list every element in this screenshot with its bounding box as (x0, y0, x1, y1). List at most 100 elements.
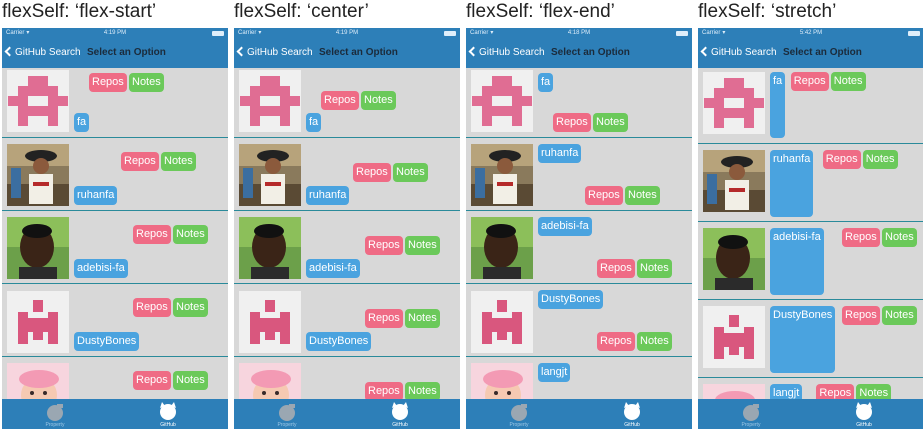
user-login-tag[interactable]: fa (538, 73, 554, 92)
list-item[interactable]: langjt ReposNotes (698, 379, 923, 399)
notes-button[interactable]: Notes (405, 309, 440, 328)
repos-button[interactable]: Repos (365, 382, 403, 399)
repos-button[interactable]: Repos (597, 259, 635, 278)
repos-button[interactable]: Repos (790, 72, 829, 91)
back-button[interactable]: GitHub Search (236, 39, 313, 68)
avatar (703, 72, 765, 134)
notes-button[interactable]: Notes (637, 332, 672, 351)
user-login-tag[interactable]: DustyBones (538, 290, 604, 309)
list-item[interactable]: langjtReposNotes (466, 358, 692, 399)
user-login-tag[interactable]: DustyBones (74, 332, 140, 351)
notes-button[interactable]: Notes (393, 163, 428, 182)
list-item[interactable]: ruhanfa Repos Notes (466, 139, 692, 211)
repos-button[interactable]: Repos (553, 113, 591, 132)
notes-button[interactable]: Notes (361, 91, 396, 110)
list-item[interactable]: fa Repos Notes (2, 68, 228, 138)
list-item[interactable]: ruhanfa Repos Notes (698, 145, 923, 222)
list-item[interactable]: fa Repos Notes (698, 68, 923, 144)
repos-button[interactable]: Repos (365, 236, 403, 255)
panel-heading: flexSelf: ‘flex-end’ (466, 1, 615, 22)
user-login-tag[interactable]: ruhanfa (74, 186, 118, 205)
tab-property[interactable]: Property (25, 399, 85, 429)
notes-button[interactable]: Notes (882, 306, 917, 325)
user-login-tag[interactable]: langjt (538, 363, 571, 382)
list-item[interactable]: adebisi-fa Repos Notes (698, 223, 923, 300)
user-login-tag[interactable]: adebisi-fa (306, 259, 360, 278)
notes-button[interactable]: Notes (161, 152, 196, 171)
tab-github[interactable]: GitHub (602, 399, 662, 429)
battery-icon (212, 31, 224, 36)
notes-button[interactable]: Notes (173, 298, 208, 317)
user-login-tag[interactable]: adebisi-fa (74, 259, 128, 278)
notes-button[interactable]: Notes (830, 72, 866, 91)
notes-button[interactable]: Notes (593, 113, 628, 132)
repos-button[interactable]: Repos (89, 73, 127, 92)
repos-button[interactable]: Repos (816, 384, 855, 399)
list-item[interactable]: adebisi-fa Repos Notes (234, 212, 460, 284)
repos-button[interactable]: Repos (133, 298, 171, 317)
user-login-tag[interactable]: ruhanfa (770, 150, 814, 217)
repos-button[interactable]: Repos (842, 228, 880, 247)
user-login-tag[interactable]: fa (770, 72, 786, 138)
battery-icon (676, 31, 688, 36)
back-button[interactable]: GitHub Search (468, 39, 545, 68)
repos-button[interactable]: Repos (597, 332, 635, 351)
notes-button[interactable]: Notes (129, 73, 164, 92)
panel-center: flexSelf: ‘center’ Carrier ▾ 4:19 PM GitHub … (234, 0, 460, 429)
list-item[interactable]: adebisi-fa Repos Notes (466, 212, 692, 284)
list-item[interactable]: fa Repos Notes (466, 68, 692, 138)
list-item[interactable]: ruhanfa Repos Notes (234, 139, 460, 211)
user-login-tag[interactable]: langjt (770, 384, 803, 399)
avatar (239, 70, 301, 132)
notes-button[interactable]: Notes (405, 236, 440, 255)
chevron-left-icon (468, 46, 479, 57)
back-button[interactable]: GitHub Search (700, 39, 777, 68)
panel-start: flexSelf: ‘flex-start’ Carrier ▾ 4:19 PM Git… (2, 0, 228, 429)
tab-github[interactable]: GitHub (834, 399, 894, 429)
repos-button[interactable]: Repos (121, 152, 159, 171)
user-login-tag[interactable]: fa (74, 113, 90, 132)
navigation-bar: GitHub Search Select an Option (466, 39, 692, 68)
user-login-tag[interactable]: DustyBones (306, 332, 372, 351)
notes-button[interactable]: Notes (405, 382, 440, 399)
repos-button[interactable]: Repos (321, 91, 359, 110)
notes-button[interactable]: Notes (625, 186, 660, 205)
notes-button[interactable]: Notes (173, 371, 208, 390)
list-item[interactable]: langjtReposNotes (2, 358, 228, 399)
status-time: 5:42 PM (799, 30, 823, 36)
list-item[interactable]: DustyBones Repos Notes (698, 301, 923, 378)
list-item[interactable]: adebisi-fa Repos Notes (2, 212, 228, 284)
repos-button[interactable]: Repos (365, 309, 403, 328)
user-login-tag[interactable]: adebisi-fa (538, 217, 592, 236)
user-login-tag[interactable]: fa (306, 113, 322, 132)
list-item[interactable]: fa Repos Notes (234, 68, 460, 138)
user-login-tag[interactable]: DustyBones (770, 306, 836, 373)
tab-property[interactable]: Property (721, 399, 781, 429)
repos-button[interactable]: Repos (585, 186, 623, 205)
notes-button[interactable]: Notes (173, 225, 208, 244)
avatar (471, 217, 533, 279)
user-login-tag[interactable]: ruhanfa (306, 186, 350, 205)
list-item[interactable]: DustyBones Repos Notes (2, 285, 228, 357)
repos-button[interactable]: Repos (822, 150, 861, 169)
tab-github[interactable]: GitHub (370, 399, 430, 429)
tab-label: Property (741, 422, 761, 428)
tab-github[interactable]: GitHub (138, 399, 198, 429)
tab-property[interactable]: Property (257, 399, 317, 429)
user-login-tag[interactable]: adebisi-fa (770, 228, 824, 295)
notes-button[interactable]: Notes (882, 228, 917, 247)
repos-button[interactable]: Repos (133, 225, 171, 244)
notes-button[interactable]: Notes (862, 150, 898, 169)
repos-button[interactable]: Repos (353, 163, 391, 182)
back-button[interactable]: GitHub Search (4, 39, 81, 68)
repos-button[interactable]: Repos (133, 371, 171, 390)
list-item[interactable]: DustyBones Repos Notes (466, 285, 692, 357)
tab-property[interactable]: Property (489, 399, 549, 429)
repos-button[interactable]: Repos (842, 306, 880, 325)
list-item[interactable]: ruhanfa Repos Notes (2, 139, 228, 211)
list-item[interactable]: DustyBones Repos Notes (234, 285, 460, 357)
list-item[interactable]: langjtReposNotes (234, 358, 460, 399)
notes-button[interactable]: Notes (856, 384, 892, 399)
notes-button[interactable]: Notes (637, 259, 672, 278)
user-login-tag[interactable]: ruhanfa (538, 144, 582, 163)
